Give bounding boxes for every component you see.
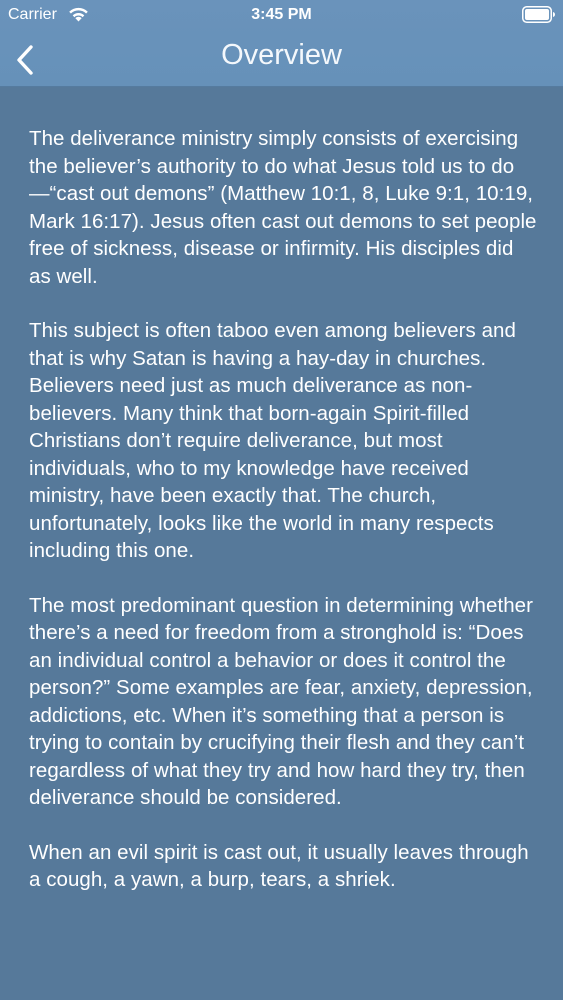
back-button[interactable] xyxy=(6,38,46,78)
battery-full-icon xyxy=(522,6,556,23)
page-title: Overview xyxy=(221,39,342,71)
chevron-left-icon xyxy=(17,45,33,75)
status-bar: Carrier 3:45 PM xyxy=(0,0,563,30)
article-body: The deliverance ministry simply consists… xyxy=(29,125,539,921)
article-scroll-view[interactable]: The deliverance ministry simply consists… xyxy=(0,87,563,975)
article-paragraph-4: When an evil spirit is cast out, it usua… xyxy=(29,840,529,892)
article-paragraph-1: The deliverance ministry simply consists… xyxy=(29,127,537,288)
top-bar: Carrier 3:45 PM Overview xyxy=(0,0,563,87)
article-paragraph-2: This subject is often taboo even among b… xyxy=(29,319,516,562)
status-time: 3:45 PM xyxy=(251,6,312,23)
navigation-bar: Overview xyxy=(0,30,563,86)
article-paragraph-3: The most predominant question in determi… xyxy=(29,593,533,810)
